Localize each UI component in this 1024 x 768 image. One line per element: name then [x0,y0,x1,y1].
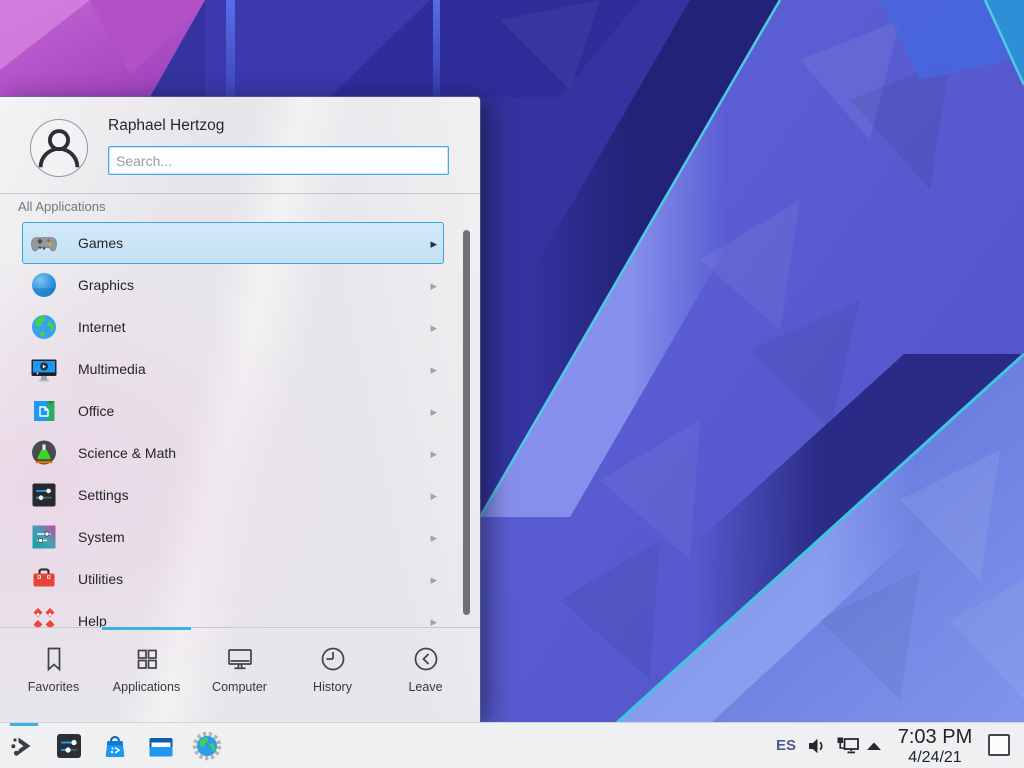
desktop: Raphael Hertzog All Applications Games [0,0,1024,768]
submenu-arrow-icon [430,321,437,334]
category-label: System [78,529,125,545]
category-multimedia[interactable]: Multimedia [22,348,444,390]
launcher-tab-bar: Favorites Applications Computer [0,627,480,722]
submenu-arrow-icon [430,489,437,502]
app-grid-icon [132,644,162,674]
active-task-indicator [10,723,38,726]
volume-icon[interactable] [806,735,828,757]
media-screen-icon [28,353,60,385]
tab-leave[interactable]: Leave [379,644,472,694]
category-label: Multimedia [78,361,146,377]
documents-icon [28,395,60,427]
category-science-math[interactable]: Science & Math [22,432,444,474]
active-tab-indicator [102,627,191,630]
list-scrollbar[interactable] [463,230,470,615]
wired-network-icon[interactable] [836,735,860,757]
category-list: Games Graphics [0,222,480,627]
category-help[interactable]: Help [22,600,444,627]
category-label: Help [78,613,107,627]
tab-label: Favorites [28,680,79,694]
file-manager-launcher[interactable] [145,730,177,762]
clock-time: 7:03 PM [891,725,979,749]
leave-icon [411,644,441,674]
tab-label: Computer [212,680,267,694]
submenu-arrow-icon [430,573,437,586]
category-system[interactable]: System [22,516,444,558]
keyboard-layout-indicator[interactable]: ES [776,723,796,768]
category-label: Office [78,403,114,419]
digital-clock[interactable]: 7:03 PM 4/24/21 [891,725,979,766]
web-browser-launcher[interactable] [191,730,223,762]
breadcrumb-all-applications: All Applications [18,199,105,214]
tab-applications[interactable]: Applications [100,644,193,694]
category-label: Internet [78,319,125,335]
submenu-arrow-icon [430,363,437,376]
category-graphics[interactable]: Graphics [22,264,444,306]
category-settings[interactable]: Settings [22,474,444,516]
tab-label: Applications [113,680,180,694]
tab-history[interactable]: History [286,644,379,694]
category-label: Utilities [78,571,123,587]
settings-sliders-icon [53,730,85,762]
category-internet[interactable]: Internet [22,306,444,348]
flask-icon [28,437,60,469]
user-name: Raphael Hertzog [108,117,224,135]
sliders-dark-icon [28,479,60,511]
expand-tray-icon[interactable] [866,741,882,751]
discover-bag-icon [99,730,131,762]
tab-computer[interactable]: Computer [193,644,286,694]
submenu-arrow-icon [430,531,437,544]
sliders-color-icon [28,521,60,553]
user-avatar [30,119,88,177]
globe-icon [28,311,60,343]
submenu-arrow-icon [430,405,437,418]
application-launcher-button[interactable] [7,730,39,762]
tab-label: Leave [408,680,442,694]
gamepad-icon [28,227,60,259]
category-label: Science & Math [78,445,176,461]
tab-favorites[interactable]: Favorites [7,644,100,694]
system-settings-launcher[interactable] [53,730,85,762]
application-launcher-menu: Raphael Hertzog All Applications Games [0,97,480,722]
lifebuoy-icon [28,605,60,627]
category-label: Games [78,235,123,251]
discover-launcher[interactable] [99,730,131,762]
search-input[interactable] [108,146,449,175]
show-desktop-button[interactable] [988,734,1010,756]
monitor-icon [225,644,255,674]
tab-label: History [313,680,352,694]
kde-launcher-icon [7,730,39,762]
header-separator [0,193,480,194]
submenu-arrow-icon [430,237,437,250]
toolbox-icon [28,563,60,595]
clock-date: 4/24/21 [891,749,979,766]
category-office[interactable]: Office [22,390,444,432]
paint-sphere-icon [28,269,60,301]
submenu-arrow-icon [430,447,437,460]
taskbar: ES 7:03 PM 4/24/21 [0,722,1024,768]
clock-icon [318,644,348,674]
blue-folder-icon [145,730,177,762]
category-games[interactable]: Games [22,222,444,264]
globe-gear-icon [191,730,223,762]
category-utilities[interactable]: Utilities [22,558,444,600]
category-label: Settings [78,487,129,503]
submenu-arrow-icon [430,279,437,292]
submenu-arrow-icon [430,615,437,628]
bookmark-icon [39,644,69,674]
category-label: Graphics [78,277,134,293]
